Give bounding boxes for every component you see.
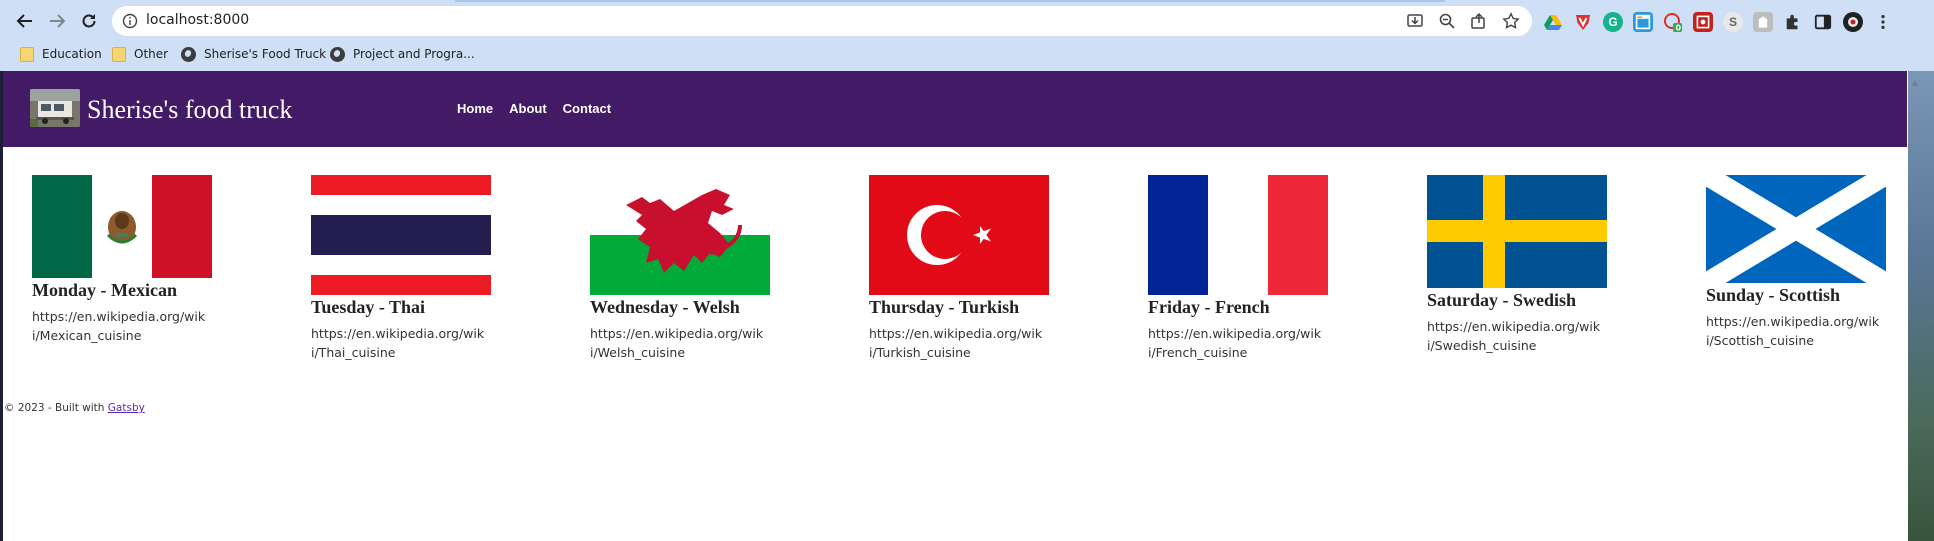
puzzle-icon[interactable] xyxy=(1783,12,1803,32)
globe-icon xyxy=(181,46,196,62)
thailand-flag xyxy=(311,175,491,295)
food-truck-logo[interactable] xyxy=(30,89,80,127)
card-heading: Tuesday - Thai xyxy=(311,297,426,317)
bookmark-label: Project and Progra... xyxy=(353,47,475,61)
bookmark-label: Education xyxy=(42,47,102,61)
image-extension-icon[interactable] xyxy=(1693,12,1713,32)
cuisine-cards: Monday - Mexican https://en.wikipedia.or… xyxy=(32,175,1912,375)
grey-extension-icon[interactable] xyxy=(1753,12,1773,32)
card-heading: Friday - French xyxy=(1148,297,1270,317)
turkey-flag xyxy=(869,175,1049,295)
card-link-text: https://en.wikipedia.org/wiki/Turkish_cu… xyxy=(869,326,1043,360)
card-heading: Thursday - Turkish xyxy=(869,297,1020,317)
svg-text:0: 0 xyxy=(1676,24,1682,33)
bookmark-other[interactable]: Other xyxy=(112,44,168,64)
zoom-icon[interactable] xyxy=(1438,12,1456,30)
browser-chrome: localhost:8000 G 0 S Education Other She… xyxy=(0,0,1934,71)
card-link-text: https://en.wikipedia.org/wiki/Mexican_cu… xyxy=(32,309,206,343)
card-heading: Monday - Mexican xyxy=(32,280,177,300)
bookmark-project[interactable]: Project and Progra... xyxy=(330,44,475,64)
cookie-icon[interactable]: 0 xyxy=(1663,12,1683,32)
google-drive-icon[interactable] xyxy=(1543,12,1563,32)
nav-home[interactable]: Home xyxy=(457,101,493,116)
arrow-right-icon xyxy=(50,14,66,28)
install-app-icon[interactable] xyxy=(1406,12,1424,30)
card-link-text: https://en.wikipedia.org/wiki/Welsh_cuis… xyxy=(590,326,764,360)
reload-icon xyxy=(82,14,96,28)
side-panel-icon[interactable] xyxy=(1813,12,1833,32)
france-flag xyxy=(1148,175,1328,295)
extensions-bar: G 0 S xyxy=(1543,12,1893,32)
site-header: Sherise's food truck Home About Contact xyxy=(3,71,1907,147)
card-wednesday: Wednesday - Welsh https://en.wikipedia.o… xyxy=(590,175,770,362)
card-link-text: https://en.wikipedia.org/wiki/Thai_cuisi… xyxy=(311,326,485,360)
scroll-up-arrow-icon[interactable]: ▲ xyxy=(1910,78,1920,89)
nav-about[interactable]: About xyxy=(509,101,547,116)
card-link-text: https://en.wikipedia.org/wiki/Swedish_cu… xyxy=(1427,319,1601,353)
gatsby-link[interactable]: Gatsby xyxy=(108,402,145,414)
mexico-flag xyxy=(32,175,212,278)
url-text[interactable]: localhost:8000 xyxy=(146,12,249,28)
card-monday: Monday - Mexican https://en.wikipedia.or… xyxy=(32,175,212,345)
info-icon[interactable] xyxy=(122,13,138,29)
sweden-flag xyxy=(1427,175,1607,288)
card-heading: Sunday - Scottish xyxy=(1706,285,1841,305)
bookmarks-bar: Education Other Sherise's Food Truck Pro… xyxy=(0,40,1934,68)
card-heading: Saturday - Swedish xyxy=(1427,290,1577,310)
wales-flag xyxy=(590,175,770,295)
footer-text: © 2023 - Built with xyxy=(4,402,105,414)
site-footer: © 2023 - Built with Gatsby xyxy=(4,402,145,414)
arrow-left-icon xyxy=(16,14,32,28)
forward-button[interactable] xyxy=(44,8,70,34)
bookmark-food-truck[interactable]: Sherise's Food Truck xyxy=(181,44,326,64)
profile-avatar[interactable] xyxy=(1843,12,1863,32)
folder-icon xyxy=(112,46,126,62)
globe-icon xyxy=(330,46,345,62)
address-row: localhost:8000 G 0 S xyxy=(0,4,1934,38)
star-icon[interactable] xyxy=(1502,12,1520,30)
bookmark-label: Sherise's Food Truck xyxy=(204,47,327,61)
card-link-text: https://en.wikipedia.org/wiki/Scottish_c… xyxy=(1706,314,1880,348)
grammarly-icon[interactable]: G xyxy=(1603,12,1623,32)
bookmark-education[interactable]: Education xyxy=(20,44,102,64)
site-nav: Home About Contact xyxy=(457,101,611,116)
card-saturday: Saturday - Swedish https://en.wikipedia.… xyxy=(1427,175,1607,355)
card-sunday: Sunday - Scottish https://en.wikipedia.o… xyxy=(1706,175,1886,350)
bookmark-label: Other xyxy=(134,47,169,61)
window-icon[interactable] xyxy=(1633,12,1653,32)
scotland-flag xyxy=(1706,175,1886,283)
shield-icon[interactable] xyxy=(1573,12,1593,32)
share-icon[interactable] xyxy=(1470,12,1488,30)
card-thursday: Thursday - Turkish https://en.wikipedia.… xyxy=(869,175,1049,362)
card-friday: Friday - French https://en.wikipedia.org… xyxy=(1148,175,1328,362)
card-tuesday: Tuesday - Thai https://en.wikipedia.org/… xyxy=(311,175,491,362)
address-bar[interactable]: localhost:8000 xyxy=(112,6,1532,36)
folder-icon xyxy=(20,46,34,62)
back-button[interactable] xyxy=(12,8,38,34)
reload-button[interactable] xyxy=(76,8,102,34)
card-link-text: https://en.wikipedia.org/wiki/French_cui… xyxy=(1148,326,1322,360)
menu-icon[interactable] xyxy=(1873,12,1893,32)
s-extension-icon[interactable]: S xyxy=(1723,12,1743,32)
active-tab-indicator xyxy=(455,0,1445,2)
nav-contact[interactable]: Contact xyxy=(563,101,611,116)
card-heading: Wednesday - Welsh xyxy=(590,297,740,317)
site-title[interactable]: Sherise's food truck xyxy=(87,95,292,125)
